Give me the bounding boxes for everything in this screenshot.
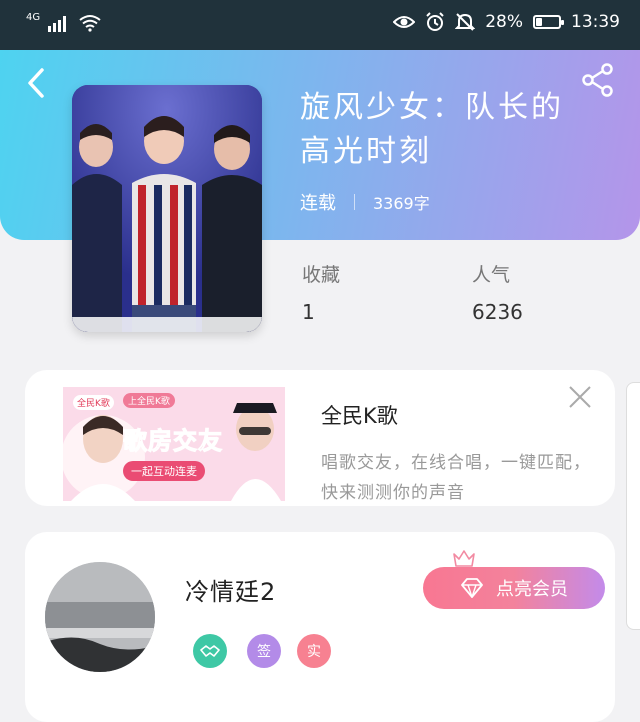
ad-image-headline: 歌房交友	[123, 427, 223, 456]
cover-photo	[72, 85, 262, 332]
avatar[interactable]	[45, 562, 155, 672]
avatar-photo	[45, 562, 155, 672]
wifi-icon	[79, 15, 101, 32]
network-type: 4G	[26, 11, 41, 23]
ad-image-brand: 全民K歌	[73, 395, 114, 410]
status-bar-left: 4G	[26, 11, 102, 32]
status-bar-right: 28% 13:39	[393, 12, 620, 32]
diamond-icon	[461, 578, 483, 598]
battery-percent: 28%	[485, 12, 523, 32]
ad-image-tag: 上全民K歌	[123, 393, 175, 408]
book-title-line1: 旋风少女：队长的	[300, 90, 564, 125]
book-title-line2: 高光时刻	[300, 134, 432, 169]
author-card: 冷情廷2 点亮会员 签 实	[25, 532, 615, 722]
book-meta: 连载 3369字	[300, 189, 430, 215]
ad-title: 全民K歌	[321, 404, 398, 428]
username: 冷情廷2	[185, 578, 277, 606]
status-bar: 4G 28% 13:39	[0, 0, 640, 50]
popularity-label: 人气	[472, 264, 511, 286]
handshake-badge[interactable]	[193, 634, 227, 668]
crown-icon	[453, 550, 475, 567]
vip-button-label: 点亮会员	[496, 579, 568, 600]
serial-status: 连载	[300, 193, 336, 214]
handshake-icon	[200, 645, 220, 657]
ad-description: 唱歌交友，在线合唱，一键匹配，快来测测你的声音	[321, 453, 591, 503]
ad-card[interactable]: 全民K歌 上全民K歌 歌房交友 一起互动连麦 全民K歌 唱歌交友，在线合唱，一键…	[25, 370, 615, 506]
verified-badge[interactable]: 实	[297, 634, 331, 668]
battery-fill	[536, 18, 542, 26]
eye-icon	[393, 16, 416, 28]
popularity-count: 6236	[472, 300, 523, 324]
close-icon[interactable]	[567, 384, 593, 410]
favorites-label: 收藏	[302, 264, 341, 286]
activate-vip-button[interactable]: 点亮会员	[423, 567, 605, 609]
clock-time: 13:39	[571, 12, 620, 32]
ad-banner-image[interactable]: 全民K歌 上全民K歌 歌房交友 一起互动连麦	[63, 387, 285, 501]
signal-icon	[48, 16, 67, 32]
meta-divider	[354, 194, 355, 210]
signed-badge[interactable]: 签	[247, 634, 281, 668]
back-arrow-icon[interactable]	[20, 66, 54, 100]
battery-icon	[533, 15, 564, 29]
alarm-icon	[426, 12, 444, 31]
book-title: 旋风少女：队长的 高光时刻	[300, 86, 590, 174]
favorites-count: 1	[302, 300, 315, 324]
book-cover[interactable]	[72, 85, 262, 332]
word-count: 3369字	[373, 194, 430, 213]
ad-image-subline: 一起互动连麦	[123, 461, 205, 481]
scroll-handle[interactable]	[626, 382, 640, 630]
mute-bell-icon	[455, 13, 476, 31]
